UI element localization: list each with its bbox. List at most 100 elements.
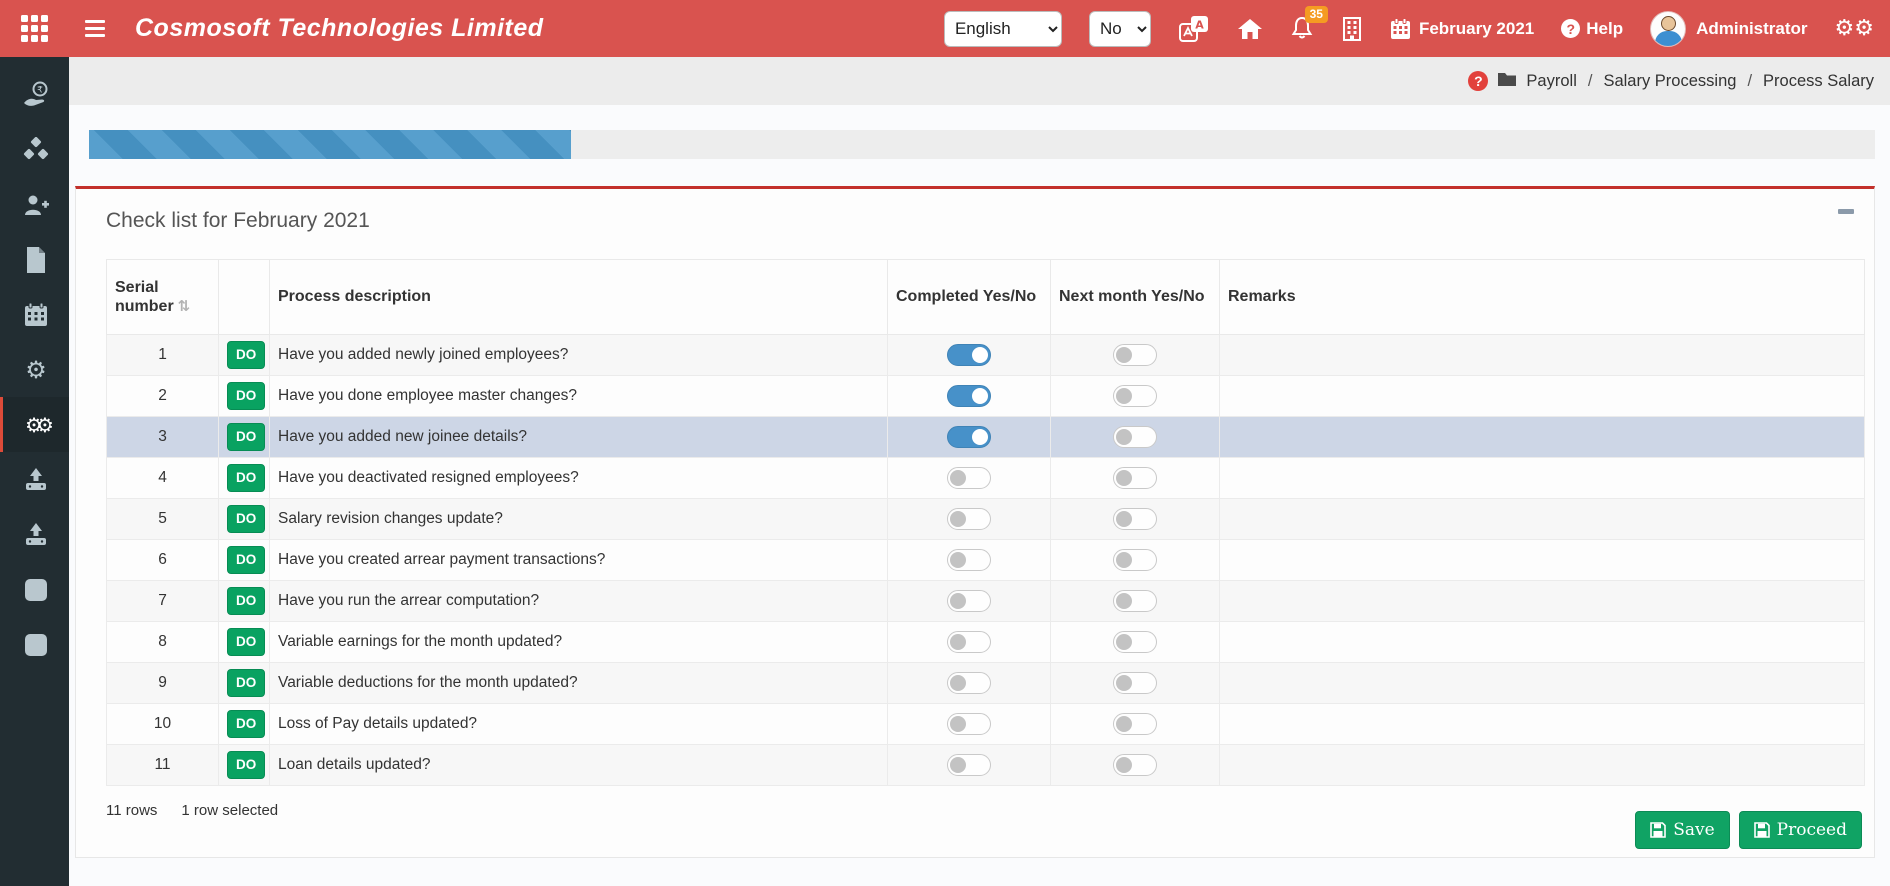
table-row[interactable]: 5 DO Salary revision changes update?	[107, 499, 1865, 540]
next-month-toggle[interactable]	[1113, 672, 1157, 694]
table-row[interactable]: 2 DO Have you done employee master chang…	[107, 376, 1865, 417]
do-button[interactable]: DO	[227, 382, 265, 410]
next-month-toggle[interactable]	[1113, 426, 1157, 448]
apps-grid-icon[interactable]	[0, 15, 69, 42]
help-button[interactable]: ? Help	[1561, 19, 1623, 39]
next-month-toggle[interactable]	[1113, 344, 1157, 366]
upload-icon	[23, 467, 49, 493]
table-row[interactable]: 1 DO Have you added newly joined employe…	[107, 335, 1865, 376]
user-menu[interactable]: Administrator	[1650, 11, 1807, 47]
description-cell: Loan details updated?	[270, 745, 888, 786]
table-row[interactable]: 10 DO Loss of Pay details updated?	[107, 704, 1865, 745]
sort-icon[interactable]: ⇅	[178, 297, 191, 315]
next-month-toggle[interactable]	[1113, 713, 1157, 735]
breadcrumb-item[interactable]: Payroll	[1526, 72, 1576, 91]
do-button[interactable]: DO	[227, 341, 265, 369]
menu-icon[interactable]	[79, 14, 111, 43]
do-button[interactable]: DO	[227, 587, 265, 615]
table-row[interactable]: 7 DO Have you run the arrear computation…	[107, 581, 1865, 622]
table-row[interactable]: 4 DO Have you deactivated resigned emplo…	[107, 458, 1865, 499]
sidebar-item-documents[interactable]	[0, 232, 69, 287]
sidebar-item-calendar[interactable]	[0, 287, 69, 342]
completed-toggle[interactable]	[947, 467, 991, 489]
sidebar-item-upload[interactable]	[0, 452, 69, 507]
help-label: Help	[1586, 19, 1623, 39]
next-month-toggle[interactable]	[1113, 754, 1157, 776]
sidebar-item-module-two[interactable]	[0, 617, 69, 672]
remarks-cell	[1220, 581, 1865, 622]
gears-icon[interactable]: ⚙⚙	[1835, 18, 1874, 40]
completed-toggle[interactable]	[947, 631, 991, 653]
table-row[interactable]: 3 DO Have you added new joinee details?	[107, 417, 1865, 458]
do-button[interactable]: DO	[227, 628, 265, 656]
language-select[interactable]: English	[944, 11, 1062, 47]
completed-toggle[interactable]	[947, 672, 991, 694]
home-icon[interactable]	[1237, 17, 1263, 41]
translate-icon[interactable]: A	[1178, 14, 1210, 44]
panel-title: Check list for February 2021	[106, 209, 1874, 233]
upload-secondary-icon	[23, 522, 49, 548]
sidebar-item-process-settings[interactable]: ⚙⚙	[0, 397, 69, 452]
payroll-period[interactable]: February 2021	[1390, 18, 1534, 40]
completed-cell	[888, 622, 1051, 663]
action-cell: DO	[219, 622, 270, 663]
breadcrumb-item[interactable]: Salary Processing	[1603, 72, 1736, 91]
completed-toggle[interactable]	[947, 385, 991, 407]
document-icon	[24, 246, 48, 274]
do-button[interactable]: DO	[227, 751, 265, 779]
table-row[interactable]: 8 DO Variable earnings for the month upd…	[107, 622, 1865, 663]
save-button[interactable]: Save	[1635, 811, 1729, 849]
next-month-toggle[interactable]	[1113, 467, 1157, 489]
sidebar-item-settings[interactable]: ⚙	[0, 342, 69, 397]
table-row[interactable]: 9 DO Variable deductions for the month u…	[107, 663, 1865, 704]
next-month-toggle[interactable]	[1113, 549, 1157, 571]
main-content: Check list for February 2021 Serial numb…	[69, 105, 1890, 886]
collapse-panel-button[interactable]	[1838, 209, 1854, 214]
do-button[interactable]: DO	[227, 710, 265, 738]
completed-toggle[interactable]	[947, 549, 991, 571]
next-month-toggle[interactable]	[1113, 631, 1157, 653]
table-row[interactable]: 6 DO Have you created arrear payment tra…	[107, 540, 1865, 581]
completed-toggle[interactable]	[947, 590, 991, 612]
folder-icon	[1497, 70, 1517, 93]
proceed-button[interactable]: Proceed	[1739, 811, 1862, 849]
sidebar-item-salary-payment[interactable]: ₹	[0, 67, 69, 122]
notification-badge: 35	[1305, 6, 1328, 23]
completed-toggle[interactable]	[947, 508, 991, 530]
sidebar-item-module-one[interactable]	[0, 562, 69, 617]
breadcrumb-item[interactable]: Process Salary	[1763, 72, 1874, 91]
completed-toggle[interactable]	[947, 426, 991, 448]
breadcrumb-help-icon[interactable]: ?	[1468, 71, 1488, 91]
bell-icon[interactable]: 35	[1290, 16, 1314, 42]
records-toggle-select[interactable]: No	[1089, 11, 1151, 47]
sidebar-item-upload-secondary[interactable]	[0, 507, 69, 562]
do-button[interactable]: DO	[227, 546, 265, 574]
save-label: Save	[1673, 820, 1714, 840]
col-completed: Completed Yes/No	[888, 260, 1051, 335]
table-row[interactable]: 11 DO Loan details updated?	[107, 745, 1865, 786]
completed-cell	[888, 745, 1051, 786]
action-cell: DO	[219, 704, 270, 745]
next-month-cell	[1051, 417, 1220, 458]
sidebar-item-add-employee[interactable]	[0, 177, 69, 232]
breadcrumb: ? Payroll/Salary Processing/Process Sala…	[69, 57, 1890, 105]
sidebar-item-components[interactable]	[0, 122, 69, 177]
col-serial-number[interactable]: Serial number⇅	[107, 260, 219, 335]
do-button[interactable]: DO	[227, 464, 265, 492]
building-icon[interactable]	[1341, 16, 1363, 42]
completed-toggle[interactable]	[947, 344, 991, 366]
remarks-cell	[1220, 622, 1865, 663]
next-month-cell	[1051, 540, 1220, 581]
top-header: Cosmosoft Technologies Limited English N…	[0, 0, 1890, 57]
do-button[interactable]: DO	[227, 423, 265, 451]
completed-toggle[interactable]	[947, 713, 991, 735]
next-month-toggle[interactable]	[1113, 590, 1157, 612]
process-gears-icon: ⚙⚙	[25, 415, 47, 435]
do-button[interactable]: DO	[227, 669, 265, 697]
do-button[interactable]: DO	[227, 505, 265, 533]
next-month-toggle[interactable]	[1113, 385, 1157, 407]
completed-toggle[interactable]	[947, 754, 991, 776]
next-month-toggle[interactable]	[1113, 508, 1157, 530]
action-cell: DO	[219, 540, 270, 581]
sidebar: ₹ ⚙ ⚙⚙	[0, 57, 69, 886]
